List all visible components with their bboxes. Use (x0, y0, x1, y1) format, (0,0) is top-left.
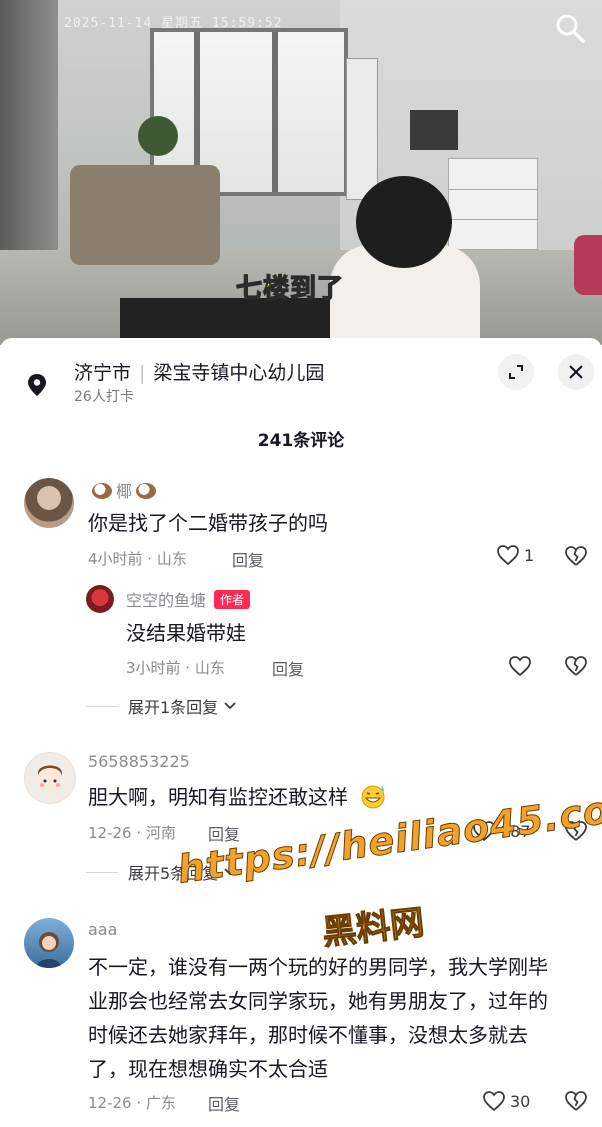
video-player[interactable]: 2025-11-14 星期五 15:59:52 七楼到了 (0, 0, 602, 345)
location-place: 梁宝寺镇中心幼儿园 (153, 362, 325, 384)
location-pin-icon (24, 372, 50, 398)
comment-text-line: 不一定，谁没有一两个玩的好的男同学，我大学刚毕 (88, 955, 548, 979)
dislike-button[interactable] (564, 1090, 588, 1116)
heart-icon (497, 545, 519, 566)
reply-meta: 3小时前 · 山东 (126, 659, 225, 677)
heart-icon (483, 1091, 505, 1112)
divider (86, 871, 118, 873)
like-count: 1 (524, 545, 535, 565)
broken-heart-icon (565, 1091, 587, 1111)
avatar[interactable] (24, 918, 74, 968)
avatar[interactable] (24, 752, 76, 804)
author-badge: 作者 (214, 590, 251, 609)
comment-meta: 12-26 · 广东 (88, 1094, 176, 1112)
coconut-emoji-icon (136, 483, 157, 499)
broken-heart-icon (565, 546, 587, 566)
comment-text-line: 业那会也经常去女同学家玩，她有男朋友了，过年的 (88, 989, 548, 1013)
divider (86, 705, 118, 707)
comment-meta: 12-26 · 河南 (88, 824, 176, 842)
like-count: 30 (510, 1091, 531, 1111)
expand-replies-button[interactable]: 展开1条回复 (86, 694, 238, 718)
like-button[interactable] (508, 655, 532, 677)
divider: | (139, 362, 146, 384)
scene-fridge (346, 58, 378, 200)
like-button[interactable]: 1 (496, 544, 534, 566)
coconut-emoji-icon (92, 483, 112, 499)
grin-sweat-emoji-icon (361, 785, 385, 809)
broken-heart-icon (565, 656, 587, 676)
expand-icon (509, 365, 523, 379)
reply-text: 没结果婚带娃 (126, 621, 246, 645)
avatar[interactable] (86, 585, 114, 613)
reply-button[interactable]: 回复 (272, 656, 304, 680)
comment-meta: 4小时前 · 山东 (88, 550, 187, 568)
checkin-count: 26人打卡 (74, 389, 134, 405)
comment-text-line: 了，现在想想确实不太合适 (88, 1057, 328, 1081)
video-caption: 七楼到了 (235, 273, 345, 304)
comments-count: 241条评论 (257, 431, 345, 451)
comment-text: 不一定，谁没有一两个玩的好的男同学，我大学刚毕 业那会也经常去女同学家玩，她有男… (88, 950, 588, 1086)
camera-timestamp: 2025-11-14 星期五 15:59:52 (64, 16, 283, 31)
scene-toy (574, 235, 602, 295)
dislike-button[interactable] (564, 655, 588, 681)
avatar[interactable] (24, 478, 74, 528)
comment-username[interactable]: 椰 (88, 478, 160, 502)
comment-username[interactable]: 5658853225 (88, 752, 190, 771)
scene-person-head (356, 176, 452, 268)
reply-button[interactable]: 回复 (208, 1091, 240, 1115)
close-icon (569, 365, 583, 379)
close-button[interactable] (558, 354, 594, 390)
comment-text: 胆大啊，明知有监控还敢这样 (88, 780, 388, 814)
chevron-down-icon (224, 702, 236, 710)
heart-icon (509, 656, 531, 677)
like-button[interactable]: 30 (482, 1090, 530, 1112)
comment-text: 你是找了个二婚带孩子的吗 (88, 511, 328, 535)
scene-tv (410, 110, 458, 150)
dislike-button[interactable] (564, 545, 588, 571)
comment-text-line: 时候还去她家拜年，那时候不懂事，没想太多就去 (88, 1023, 528, 1047)
search-icon[interactable] (552, 10, 588, 46)
scene-plant (138, 116, 178, 156)
expand-button[interactable] (498, 354, 534, 390)
comments-sheet: 济宁市 | 梁宝寺镇中心幼儿园 26人打卡 241条评论 椰 你是找了个二婚带孩子的… (0, 338, 602, 1127)
scene-sofa (70, 165, 220, 265)
location-city: 济宁市 (74, 362, 132, 384)
location-title[interactable]: 济宁市 | 梁宝寺镇中心幼儿园 (74, 358, 324, 385)
reply-button[interactable]: 回复 (232, 547, 264, 571)
reply-username[interactable]: 空空的鱼塘 作者 (126, 587, 251, 611)
comment-username[interactable]: aaa (88, 920, 117, 939)
